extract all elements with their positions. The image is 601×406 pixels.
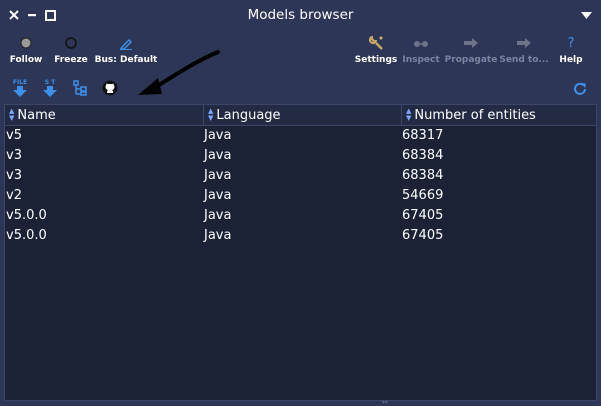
- cell-language: Java: [204, 147, 232, 163]
- settings-wrench-icon: [365, 34, 387, 52]
- column-header-entities[interactable]: ▲ ▼ Number of entities: [401, 105, 596, 125]
- inspect-button[interactable]: Inspect: [402, 34, 440, 70]
- export-file-icon[interactable]: FILE: [10, 78, 30, 98]
- table-row[interactable]: v5.0.0 Java 67405: [5, 225, 596, 245]
- table-header: ▲ ▼ Name ▲ ▼ Language ▲ ▼ Number of entitie…: [5, 105, 596, 126]
- cell-language: Java: [204, 167, 232, 183]
- propagate-label: Propagate: [444, 55, 498, 65]
- export-file-text: FILE: [13, 79, 27, 86]
- cell-language: Java: [204, 227, 232, 243]
- sort-icon: ▲ ▼: [208, 107, 214, 122]
- cell-name: v5: [6, 127, 22, 143]
- sort-icon: ▲ ▼: [9, 107, 15, 122]
- cell-language: Java: [204, 207, 232, 223]
- cell-entities: 67405: [402, 207, 444, 223]
- cell-name: v2: [6, 187, 22, 203]
- resize-grip-icon[interactable]: ▾▾: [382, 399, 390, 406]
- column-header-label: Language: [216, 107, 281, 123]
- propagate-button[interactable]: Propagate: [444, 34, 498, 70]
- refresh-icon[interactable]: [570, 79, 590, 99]
- column-header-label: Number of entities: [414, 107, 536, 123]
- tree-structure-icon[interactable]: [70, 78, 90, 98]
- table-row[interactable]: v2 Java 54669: [5, 185, 596, 205]
- send-to-arrow-icon: [513, 34, 535, 52]
- help-label: Help: [559, 55, 583, 65]
- send-to-label: Send to...: [499, 55, 549, 65]
- export-st-icon[interactable]: S T: [40, 78, 60, 98]
- column-header-label: Name: [17, 107, 56, 123]
- cell-name: v5.0.0: [6, 227, 47, 243]
- propagate-arrow-icon: [460, 34, 482, 52]
- inspect-label: Inspect: [402, 55, 440, 65]
- window-title: Models browser: [247, 7, 354, 23]
- follow-label: Follow: [9, 55, 43, 65]
- models-browser-window: Models browser Follow Freeze Bus: Defaul…: [0, 0, 601, 406]
- settings-button[interactable]: Settings: [354, 34, 398, 70]
- inspect-glasses-icon: [410, 34, 432, 52]
- window-menu-chevron-icon[interactable]: [580, 10, 592, 22]
- github-icon[interactable]: [100, 78, 120, 98]
- column-header-name[interactable]: ▲ ▼ Name: [5, 105, 202, 125]
- cell-entities: 68384: [402, 167, 444, 183]
- cell-entities: 54669: [402, 187, 444, 203]
- help-icon: ?: [567, 35, 575, 51]
- help-button[interactable]: ? Help: [557, 34, 585, 70]
- table-row[interactable]: v5 Java 68317: [5, 125, 596, 145]
- cell-name: v3: [6, 147, 22, 163]
- cell-name: v3: [6, 167, 22, 183]
- export-st-text: S T: [45, 79, 56, 86]
- cell-language: Java: [204, 127, 232, 143]
- freeze-label: Freeze: [54, 55, 88, 65]
- follow-icon: [15, 34, 37, 52]
- send-to-button[interactable]: Send to...: [499, 34, 549, 70]
- freeze-icon: [60, 34, 82, 52]
- cell-entities: 68384: [402, 147, 444, 163]
- column-header-language[interactable]: ▲ ▼ Language: [203, 105, 401, 125]
- settings-label: Settings: [354, 55, 398, 65]
- freeze-button[interactable]: Freeze: [54, 34, 88, 70]
- annotation-arrow-icon: [138, 50, 220, 95]
- title-bar: Models browser: [0, 0, 601, 32]
- cell-entities: 67405: [402, 227, 444, 243]
- cell-name: v5.0.0: [6, 207, 47, 223]
- table-row[interactable]: v3 Java 68384: [5, 165, 596, 185]
- sort-icon: ▲ ▼: [406, 107, 412, 122]
- models-table: ▲ ▼ Name ▲ ▼ Language ▲ ▼ Number of entitie…: [4, 104, 597, 401]
- table-row[interactable]: v3 Java 68384: [5, 145, 596, 165]
- follow-button[interactable]: Follow: [10, 34, 42, 70]
- cell-language: Java: [204, 187, 232, 203]
- table-row[interactable]: v5.0.0 Java 67405: [5, 205, 596, 225]
- cell-entities: 68317: [402, 127, 444, 143]
